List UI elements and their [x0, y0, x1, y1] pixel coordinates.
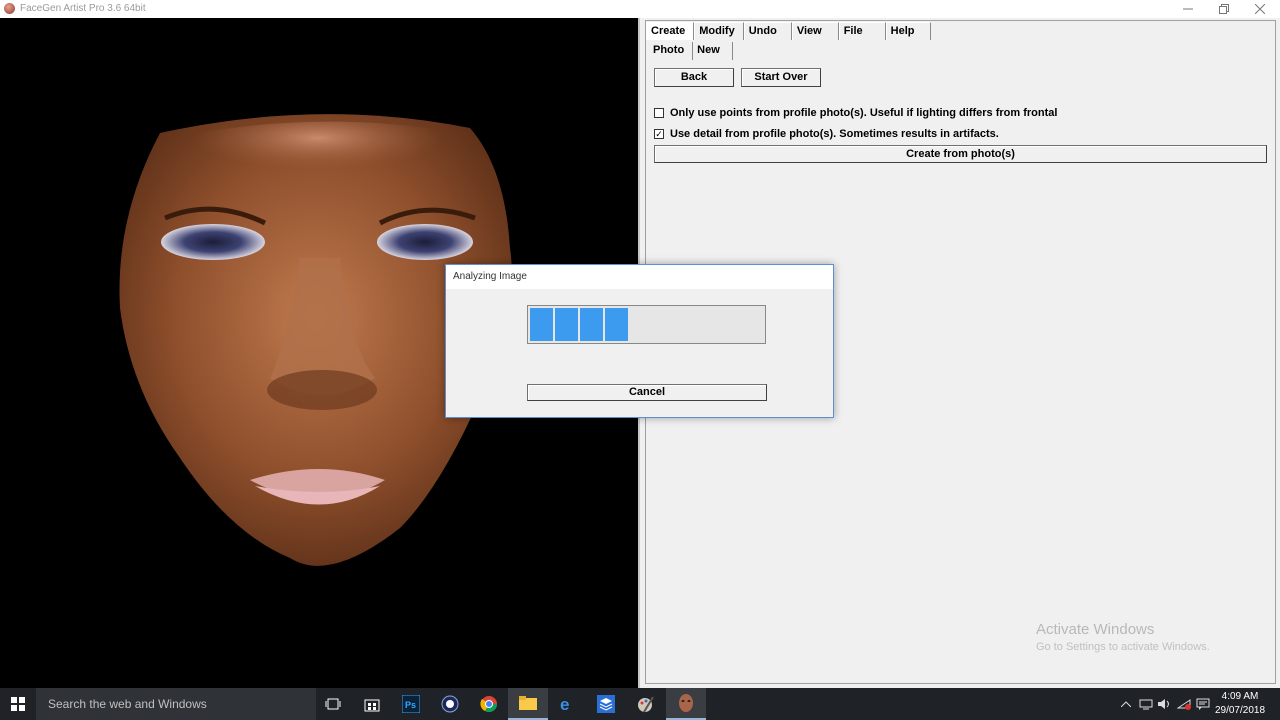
volume-icon[interactable] — [1156, 688, 1172, 720]
create-from-photos-button[interactable]: Create from photo(s) — [654, 145, 1267, 163]
restore-button[interactable] — [1206, 0, 1242, 18]
profile-detail-label: Use detail from profile photo(s). Someti… — [670, 128, 999, 140]
progress-segment — [580, 308, 603, 341]
store-icon[interactable] — [352, 688, 392, 720]
svg-text:e: e — [560, 695, 569, 713]
close-icon — [1255, 4, 1265, 14]
app-icon — [4, 3, 15, 14]
cinema4d-icon[interactable] — [430, 688, 470, 720]
close-button[interactable] — [1242, 0, 1278, 18]
show-hidden-icons[interactable] — [1118, 688, 1134, 720]
svg-text:Ps: Ps — [405, 700, 416, 710]
tab-modify[interactable]: Modify — [694, 22, 744, 40]
clock-date: 29/07/2018 — [1214, 705, 1266, 716]
start-over-button[interactable]: Start Over — [741, 68, 821, 87]
activation-watermark-title: Activate Windows — [1036, 621, 1155, 638]
profile-detail-checkbox[interactable]: ✓ — [654, 129, 664, 139]
progress-segment — [605, 308, 628, 341]
back-button[interactable]: Back — [654, 68, 734, 87]
facegen-taskbar-icon[interactable] — [666, 688, 706, 720]
stack-app-icon[interactable] — [586, 688, 626, 720]
start-button[interactable] — [0, 688, 36, 720]
profile-points-checkbox[interactable] — [654, 108, 664, 118]
tab-view[interactable]: View — [791, 22, 839, 40]
network-icon[interactable] — [1137, 688, 1155, 720]
taskbar-search[interactable]: Search the web and Windows — [36, 688, 316, 720]
restore-icon — [1219, 4, 1229, 14]
progress-segment — [555, 308, 578, 341]
progress-segment — [530, 308, 553, 341]
tab-help[interactable]: Help — [885, 22, 932, 40]
task-view-icon[interactable] — [313, 688, 353, 720]
security-alert-icon[interactable] — [1175, 688, 1193, 720]
cancel-button[interactable]: Cancel — [527, 384, 767, 401]
dialog-title: Analyzing Image — [446, 265, 833, 289]
activation-watermark-subtitle: Go to Settings to activate Windows. — [1036, 641, 1210, 653]
notifications-icon[interactable] — [1194, 688, 1212, 720]
tab-file[interactable]: File — [838, 22, 886, 40]
option-profile-points[interactable]: Only use points from profile photo(s). U… — [654, 106, 1057, 120]
minimize-button[interactable] — [1170, 0, 1206, 18]
file-explorer-icon[interactable] — [508, 688, 548, 720]
subtab-new[interactable]: New — [693, 42, 733, 60]
clock-time: 4:09 AM — [1221, 691, 1259, 702]
photoshop-icon[interactable]: Ps — [391, 688, 431, 720]
search-placeholder: Search the web and Windows — [48, 697, 207, 711]
option-profile-detail[interactable]: ✓ Use detail from profile photo(s). Some… — [654, 127, 999, 141]
tab-create[interactable]: Create — [646, 22, 695, 40]
taskbar: Search the web and Windows Ps e 4:09 AM … — [0, 688, 1280, 720]
progress-bar — [527, 305, 766, 344]
edge-icon[interactable]: e — [547, 688, 587, 720]
profile-points-label: Only use points from profile photo(s). U… — [670, 107, 1058, 119]
windows-logo-icon — [11, 697, 25, 711]
sub-tabs: Photo New — [649, 42, 733, 60]
menu-tabs: Create Modify Undo View File Help — [646, 22, 932, 40]
analyzing-dialog: Analyzing Image Cancel — [445, 264, 834, 418]
minimize-icon — [1183, 8, 1193, 10]
chrome-icon[interactable] — [469, 688, 509, 720]
tab-undo[interactable]: Undo — [743, 22, 792, 40]
subtab-photo[interactable]: Photo — [649, 42, 694, 60]
window-title: FaceGen Artist Pro 3.6 64bit — [20, 3, 146, 14]
taskbar-clock[interactable]: 4:09 AM 29/07/2018 — [1214, 690, 1266, 718]
paint-app-icon[interactable] — [625, 688, 665, 720]
title-bar: FaceGen Artist Pro 3.6 64bit — [0, 0, 1280, 18]
